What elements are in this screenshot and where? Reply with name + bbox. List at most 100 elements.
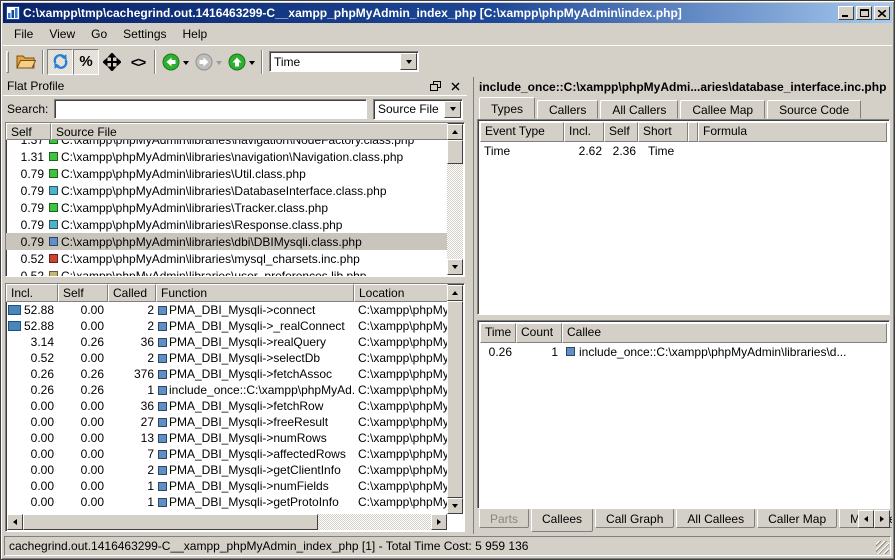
- table-row[interactable]: 0.79C:\xampp\phpMyAdmin\libraries\Tracke…: [6, 199, 448, 216]
- float-button[interactable]: [428, 79, 443, 93]
- dock-close-button[interactable]: [448, 79, 463, 93]
- table-row[interactable]: 1.37C:\xampp\phpMyAdmin\libraries\naviga…: [6, 140, 448, 148]
- column-header-event-type[interactable]: Event Type: [480, 122, 564, 142]
- tab-callers[interactable]: Callers: [537, 100, 598, 119]
- table-row[interactable]: 1.31C:\xampp\phpMyAdmin\libraries\naviga…: [6, 148, 448, 165]
- scroll-left-button[interactable]: [7, 514, 23, 530]
- close-button[interactable]: [874, 6, 890, 20]
- vertical-scrollbar[interactable]: [447, 124, 463, 275]
- back-button[interactable]: [159, 49, 192, 75]
- function-name: PMA_DBI_Mysqli->_realConnect: [169, 319, 345, 333]
- tab-callees[interactable]: Callees: [531, 509, 593, 532]
- tab-all-callers[interactable]: All Callers: [600, 100, 678, 119]
- percent-button[interactable]: %: [73, 49, 99, 75]
- incl-cost-cell: 0.00: [6, 479, 58, 493]
- combo-dropdown-button[interactable]: [400, 53, 417, 70]
- table-row[interactable]: 0.000.007PMA_DBI_Mysqli->affectedRowsC:\…: [6, 446, 448, 462]
- tab-scroll-left-button[interactable]: [858, 510, 874, 528]
- pan-button[interactable]: [99, 49, 125, 75]
- resize-grip[interactable]: [876, 541, 889, 554]
- column-header-self[interactable]: Self: [58, 284, 108, 302]
- table-row[interactable]: 0.520.002PMA_DBI_Mysqli->selectDbC:\xamp…: [6, 350, 448, 366]
- column-header-short[interactable]: Short: [638, 122, 688, 142]
- table-row[interactable]: 0.000.001PMA_DBI_Mysqli->getProtoInfoC:\…: [6, 494, 448, 510]
- maximize-button[interactable]: [856, 6, 872, 20]
- scrollbar-thumb[interactable]: [447, 140, 463, 164]
- column-header-formula[interactable]: Formula: [698, 122, 887, 142]
- status-panel: cachegrind.out.1416463299-C__xampp_phpMy…: [4, 536, 891, 556]
- function-table: Incl. Self Called Function Location 52.8…: [5, 283, 465, 532]
- vertical-scrollbar[interactable]: [447, 285, 463, 514]
- scroll-right-button[interactable]: [431, 514, 447, 530]
- table-row[interactable]: 0.260.26376PMA_DBI_Mysqli->fetchAssocC:\…: [6, 366, 448, 382]
- minimize-button[interactable]: [838, 6, 854, 20]
- table-row[interactable]: 0.260.261include_once::C:\xampp\phpMyAd.…: [6, 382, 448, 398]
- up-button[interactable]: [225, 49, 258, 75]
- title-bar[interactable]: C:\xampp\tmp\cachegrind.out.1416463299-C…: [3, 3, 892, 23]
- column-header-location[interactable]: Location: [354, 284, 448, 302]
- scrollbar-thumb[interactable]: [447, 301, 463, 498]
- scroll-down-button[interactable]: [447, 498, 463, 514]
- search-input[interactable]: [54, 99, 367, 119]
- table-row[interactable]: Time2.622.36Time: [478, 142, 889, 159]
- grouping-select[interactable]: Source File: [373, 99, 463, 120]
- scroll-up-button[interactable]: [447, 124, 463, 140]
- table-row[interactable]: 0.000.0013PMA_DBI_Mysqli->numRowsC:\xamp…: [6, 430, 448, 446]
- combo-dropdown-button[interactable]: [444, 101, 461, 118]
- table-row[interactable]: 3.140.2636PMA_DBI_Mysqli->realQueryC:\xa…: [6, 334, 448, 350]
- scroll-up-button[interactable]: [447, 285, 463, 301]
- scrollbar-thumb[interactable]: [23, 514, 318, 530]
- status-bar: cachegrind.out.1416463299-C__xampp_phpMy…: [3, 534, 892, 557]
- table-row[interactable]: 0.000.0036PMA_DBI_Mysqli->fetchRowC:\xam…: [6, 398, 448, 414]
- detect-cycles-button[interactable]: <>: [125, 49, 151, 75]
- event-type-select[interactable]: Time: [269, 51, 419, 72]
- column-header-incl[interactable]: Incl.: [564, 122, 604, 142]
- table-row[interactable]: 0.79C:\xampp\phpMyAdmin\libraries\Util.c…: [6, 165, 448, 182]
- column-header-callee[interactable]: Callee: [562, 323, 887, 343]
- column-header-count[interactable]: Count: [516, 323, 562, 343]
- menu-item-file[interactable]: File: [6, 24, 41, 44]
- menu-item-settings[interactable]: Settings: [115, 24, 174, 44]
- tab-scroll-right-button[interactable]: [874, 510, 890, 528]
- column-header-incl[interactable]: Incl.: [6, 284, 58, 302]
- tab-all-callees[interactable]: All Callees: [676, 509, 755, 528]
- table-row[interactable]: 0.000.002PMA_DBI_Mysqli->getClientInfoC:…: [6, 462, 448, 478]
- tab-types[interactable]: Types: [479, 97, 535, 119]
- column-header-self[interactable]: Self: [6, 123, 51, 140]
- menu-item-go[interactable]: Go: [83, 24, 115, 44]
- toolbar-drag-handle[interactable]: [6, 51, 9, 73]
- column-header-function[interactable]: Function: [156, 284, 354, 302]
- table-row[interactable]: 0.52C:\xampp\phpMyAdmin\libraries\user_p…: [6, 267, 448, 276]
- column-header-time[interactable]: Time: [480, 323, 516, 343]
- tab-caller-map[interactable]: Caller Map: [757, 509, 837, 528]
- table-row[interactable]: 0.79C:\xampp\phpMyAdmin\libraries\Respon…: [6, 216, 448, 233]
- dock-title-bar[interactable]: Flat Profile: [3, 77, 467, 95]
- table-row[interactable]: 0.261include_once::C:\xampp\phpMyAdmin\l…: [478, 343, 889, 360]
- column-header-source-file[interactable]: Source File: [51, 123, 448, 140]
- tab-callee-map[interactable]: Callee Map: [680, 100, 765, 119]
- table-row[interactable]: 52.880.002PMA_DBI_Mysqli->_realConnectC:…: [6, 318, 448, 334]
- column-header-self[interactable]: Self: [604, 122, 638, 142]
- scroll-down-button[interactable]: [447, 259, 463, 275]
- reload-button[interactable]: [47, 49, 73, 75]
- tab-source-code[interactable]: Source Code: [767, 100, 861, 119]
- open-folder-icon: [16, 53, 36, 70]
- column-header-called[interactable]: Called: [108, 284, 156, 302]
- table-row[interactable]: 0.79C:\xampp\phpMyAdmin\libraries\Databa…: [6, 182, 448, 199]
- open-file-button[interactable]: [13, 49, 39, 75]
- table-row[interactable]: 0.000.001PMA_DBI_Mysqli->numFieldsC:\xam…: [6, 478, 448, 494]
- table-row[interactable]: 0.000.0027PMA_DBI_Mysqli->freeResultC:\x…: [6, 414, 448, 430]
- chevron-down-icon: [406, 60, 412, 67]
- tab-call-graph[interactable]: Call Graph: [595, 509, 674, 528]
- table-row[interactable]: 0.52C:\xampp\phpMyAdmin\libraries\mysql_…: [6, 250, 448, 267]
- function-name: PMA_DBI_Mysqli->realQuery: [169, 335, 326, 349]
- main-area: Flat Profile Search: Source Fi: [3, 77, 892, 534]
- menu-item-view[interactable]: View: [41, 24, 83, 44]
- table-row[interactable]: 0.79C:\xampp\phpMyAdmin\libraries\dbi\DB…: [6, 233, 448, 250]
- table-header: Time Count Callee: [478, 321, 889, 343]
- horizontal-scrollbar[interactable]: [7, 514, 447, 530]
- menu-item-help[interactable]: Help: [175, 24, 216, 44]
- table-row[interactable]: 52.880.002PMA_DBI_Mysqli->connectC:\xamp…: [6, 302, 448, 318]
- triangle-down-icon: [452, 265, 458, 272]
- time-cell: 0.26: [480, 345, 516, 359]
